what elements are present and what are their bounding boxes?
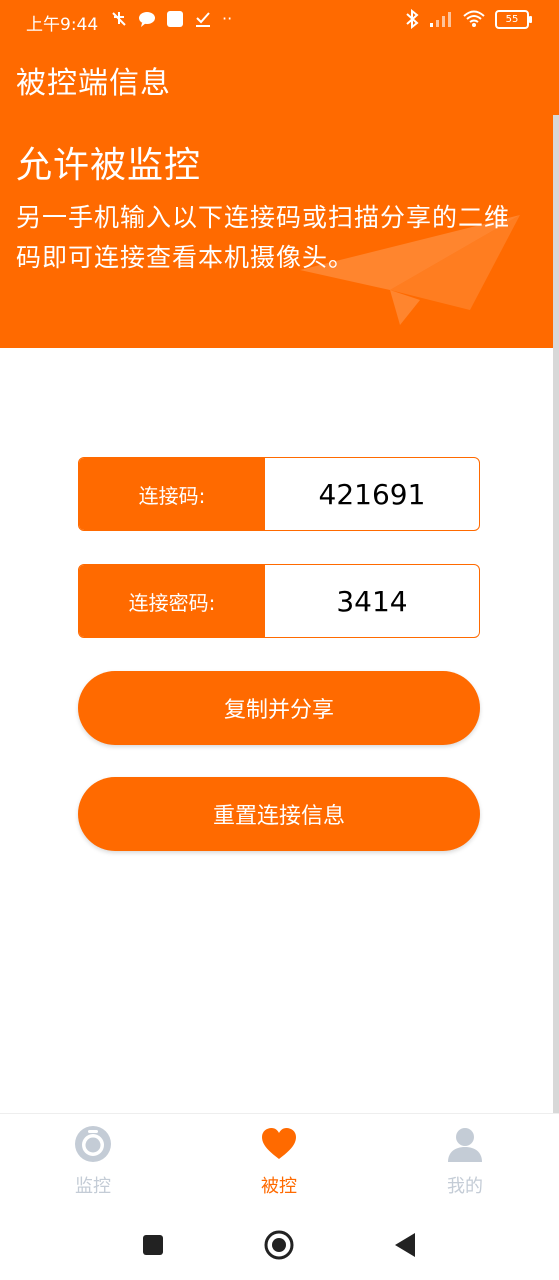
- system-nav-bar: [0, 1210, 559, 1280]
- reset-connection-button[interactable]: 重置连接信息: [78, 777, 480, 851]
- page-title: 被控端信息: [16, 66, 171, 101]
- download-done-icon: [196, 11, 210, 27]
- camera-lens-icon: [75, 1126, 111, 1162]
- battery-icon: 55: [495, 9, 532, 29]
- tab-controlled[interactable]: 被控: [219, 1124, 339, 1204]
- scrollbar[interactable]: [553, 115, 559, 1115]
- status-time: 上午9:44: [26, 15, 99, 35]
- connect-code-row: 连接码: 421691: [78, 457, 480, 531]
- copy-share-button[interactable]: 复制并分享: [78, 671, 480, 745]
- wifi-icon: [463, 10, 485, 27]
- heart-icon: [262, 1128, 296, 1159]
- back-icon[interactable]: [391, 1230, 421, 1260]
- bottom-nav: 监控 被控 我的: [0, 1113, 559, 1210]
- bluetooth-icon: [406, 9, 419, 29]
- home-icon[interactable]: [264, 1230, 294, 1260]
- tab-monitor[interactable]: 监控: [33, 1124, 153, 1204]
- connect-code-label: 连接码:: [79, 458, 265, 530]
- chat-icon: [139, 11, 155, 27]
- tab-controlled-label: 被控: [261, 1176, 297, 1197]
- paper-plane-icon: [300, 215, 520, 325]
- recent-apps-icon[interactable]: [138, 1230, 168, 1260]
- password-value: 3414: [336, 584, 408, 618]
- more-dots-icon: ··: [222, 9, 233, 28]
- signal-icon: [430, 12, 451, 27]
- password-label: 连接密码:: [79, 565, 265, 637]
- tab-mine-label: 我的: [447, 1176, 483, 1197]
- app-icon: [167, 10, 183, 27]
- header-banner: 上午9:44 ·· 55 被控端信息 允许被监控 另一手机输入以下连接码或扫描分…: [0, 0, 559, 348]
- status-bar: 上午9:44 ·· 55: [0, 0, 559, 42]
- mute-icon: [112, 11, 126, 26]
- password-row: 连接密码: 3414: [78, 564, 480, 638]
- connect-code-value: 421691: [318, 477, 426, 511]
- tab-mine[interactable]: 我的: [405, 1124, 525, 1204]
- system-status-icons: 55: [405, 9, 532, 29]
- user-icon: [448, 1128, 482, 1162]
- tab-monitor-label: 监控: [75, 1176, 111, 1197]
- notification-icons: ··: [110, 9, 232, 28]
- section-title: 允许被监控: [16, 145, 202, 186]
